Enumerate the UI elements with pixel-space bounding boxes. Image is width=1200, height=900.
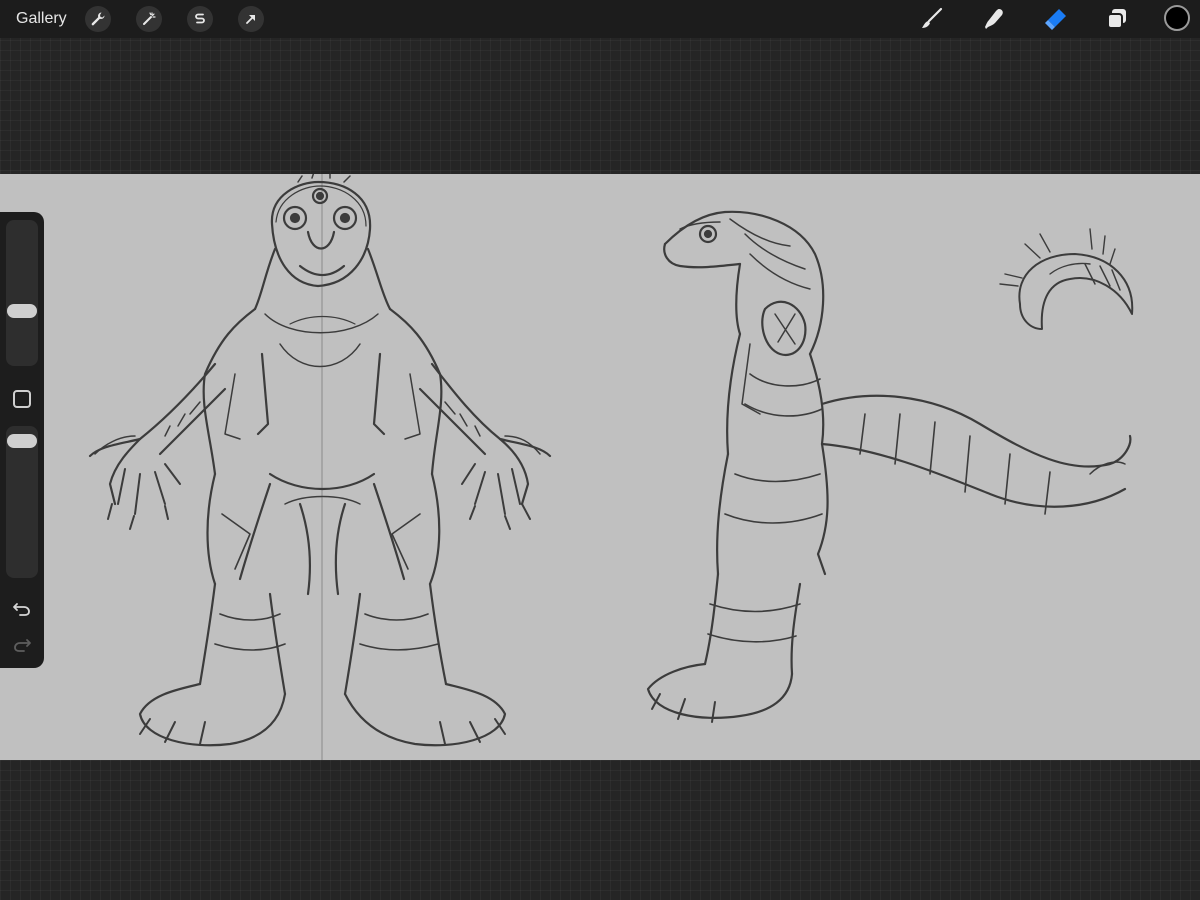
- brush-tool-button[interactable]: [918, 5, 946, 33]
- actions-button[interactable]: [85, 6, 111, 32]
- sketch-artwork: [88, 174, 1134, 760]
- transform-button[interactable]: [238, 6, 264, 32]
- layers-icon: [1107, 9, 1126, 29]
- arrow-cursor-icon: [246, 15, 255, 24]
- magic-wand-icon: [143, 12, 156, 25]
- opacity-slider[interactable]: [6, 426, 38, 578]
- side-view-sketch: [646, 210, 1132, 723]
- brush-size-slider[interactable]: [6, 220, 38, 366]
- undo-button[interactable]: [10, 596, 34, 620]
- smudge-finger-icon: [985, 9, 1003, 29]
- eraser-tool-button[interactable]: [1042, 5, 1070, 33]
- redo-button[interactable]: [10, 632, 34, 656]
- procreate-app: Gallery: [0, 0, 1200, 900]
- redo-icon: [14, 639, 31, 652]
- modify-button[interactable]: [13, 390, 31, 408]
- left-sidebar: [0, 212, 44, 668]
- layers-button[interactable]: [1103, 5, 1131, 33]
- smudge-tool-button[interactable]: [980, 5, 1008, 33]
- eraser-icon: [1045, 9, 1066, 30]
- selection-s-icon: [195, 13, 205, 24]
- drawing-canvas[interactable]: [0, 174, 1200, 760]
- top-toolbar: Gallery: [0, 0, 1200, 38]
- small-head-sketch: [999, 228, 1134, 330]
- opacity-slider-thumb[interactable]: [7, 434, 37, 448]
- undo-icon: [13, 603, 30, 616]
- gallery-button[interactable]: Gallery: [16, 9, 67, 29]
- brush-size-slider-thumb[interactable]: [7, 304, 37, 318]
- color-picker-button[interactable]: [1164, 5, 1190, 31]
- brush-icon: [922, 7, 943, 28]
- front-view-sketch: [88, 174, 552, 747]
- wrench-icon: [91, 12, 105, 26]
- adjustments-button[interactable]: [136, 6, 162, 32]
- selection-button[interactable]: [187, 6, 213, 32]
